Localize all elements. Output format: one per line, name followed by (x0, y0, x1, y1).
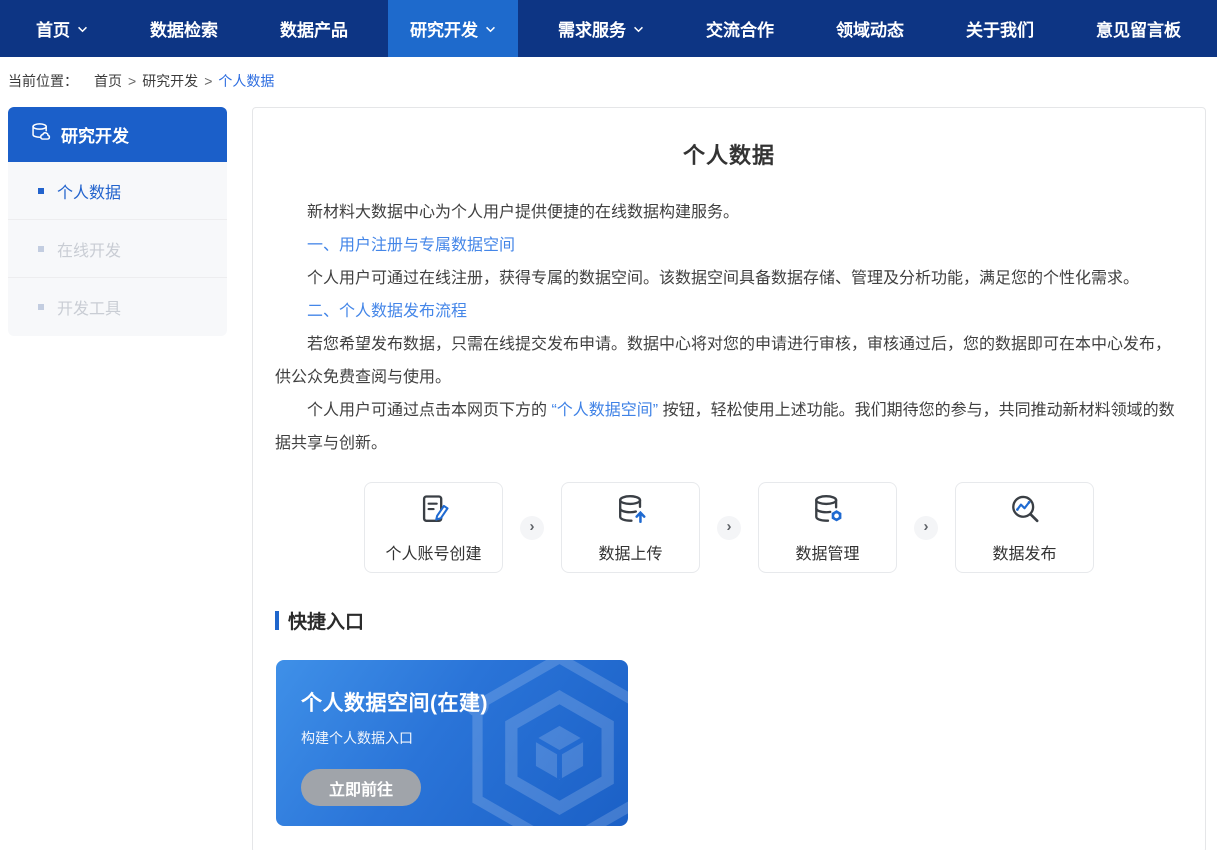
quick-entry-title: 快捷入口 (288, 607, 364, 634)
flow-step-label: 数据发布 (992, 540, 1056, 564)
nav-item-feedback-board[interactable]: 意见留言板 (1074, 0, 1203, 57)
section1-heading: 一、用户注册与专属数据空间 (275, 229, 1183, 262)
section2-paragraph: 若您希望发布数据，只需在线提交发布申请。数据中心将对您的申请进行审核，审核通过后… (275, 328, 1183, 394)
chevron-down-icon (485, 26, 496, 33)
breadcrumb-separator: > (204, 73, 212, 89)
content-panel: 个人数据 新材料大数据中心为个人用户提供便捷的在线数据构建服务。 一、用户注册与… (252, 107, 1206, 850)
arrow-right-icon: › (717, 516, 741, 540)
nav-item-label: 数据检索 (150, 16, 218, 41)
breadcrumb-current-page: 个人数据 (218, 71, 274, 91)
intro-paragraph: 新材料大数据中心为个人用户提供便捷的在线数据构建服务。 (275, 196, 1183, 229)
nav-item-label: 首页 (36, 16, 70, 41)
sidebar-item-label: 个人数据 (57, 179, 121, 203)
breadcrumb-research-dev[interactable]: 研究开发 (142, 71, 198, 91)
nav-item-label: 研究开发 (410, 16, 478, 41)
nav-item-label: 意见留言板 (1096, 16, 1181, 41)
section2-heading: 二、个人数据发布流程 (275, 295, 1183, 328)
sidebar: 研究开发 个人数据 在线开发 开发工具 (8, 107, 227, 336)
arrow-right-icon: › (914, 516, 938, 540)
article-body: 新材料大数据中心为个人用户提供便捷的在线数据构建服务。 一、用户注册与专属数据空… (275, 196, 1183, 460)
breadcrumb-prefix: 当前位置： (8, 71, 78, 91)
nav-item-data-products[interactable]: 数据产品 (258, 0, 370, 57)
personal-data-space-link[interactable]: “个人数据空间” (551, 402, 658, 419)
process-flow: 个人账号创建 › 数据上传 › (275, 482, 1183, 573)
card-title: 个人数据空间(在建) (301, 687, 628, 717)
nav-item-home[interactable]: 首页 (14, 0, 110, 57)
main-layout: 研究开发 个人数据 在线开发 开发工具 个人数据 新材料大数据中心为个人用户提供… (0, 105, 1217, 850)
sidebar-item-label: 在线开发 (57, 237, 121, 261)
nav-item-demand-services[interactable]: 需求服务 (536, 0, 666, 57)
flow-step-label: 个人账号创建 (385, 540, 481, 564)
flow-step-label: 数据管理 (795, 540, 859, 564)
flow-step-data-upload[interactable]: 数据上传 (561, 482, 700, 573)
nav-item-exchange-cooperation[interactable]: 交流合作 (684, 0, 796, 57)
nav-item-about-us[interactable]: 关于我们 (944, 0, 1056, 57)
section-accent-bar (275, 611, 279, 630)
breadcrumb-home[interactable]: 首页 (94, 71, 122, 91)
card-subtitle: 构建个人数据入口 (301, 728, 628, 748)
nav-item-label: 领域动态 (836, 16, 904, 41)
go-now-button[interactable]: 立即前往 (301, 769, 421, 806)
chevron-down-icon (633, 26, 644, 33)
cta-text-before: 个人用户可通过点击本网页下方的 (307, 402, 551, 419)
section1-paragraph: 个人用户可通过在线注册，获得专属的数据空间。该数据空间具备数据存储、管理及分析功… (275, 262, 1183, 295)
flow-connector: › (700, 516, 758, 540)
flow-step-data-manage[interactable]: 数据管理 (758, 482, 897, 573)
sidebar-header-research-dev: 研究开发 (8, 107, 227, 162)
nav-item-data-search[interactable]: 数据检索 (128, 0, 240, 57)
cta-paragraph: 个人用户可通过点击本网页下方的 “个人数据空间” 按钮，轻松使用上述功能。我们期… (275, 394, 1183, 460)
bullet-square-icon (38, 246, 44, 252)
nav-item-label: 数据产品 (280, 16, 348, 41)
sidebar-item-dev-tools[interactable]: 开发工具 (8, 278, 227, 336)
sidebar-item-personal-data[interactable]: 个人数据 (8, 162, 227, 220)
data-manage-icon (810, 492, 846, 533)
top-navigation: 首页 数据检索 数据产品 研究开发 需求服务 交流合作 领域动态 关于我们 意见… (0, 0, 1217, 57)
breadcrumb: 当前位置： 首页 > 研究开发 > 个人数据 (0, 57, 1217, 105)
sidebar-item-label: 开发工具 (57, 295, 121, 319)
nav-item-label: 需求服务 (558, 16, 626, 41)
data-upload-icon (613, 492, 649, 533)
flow-connector: › (503, 516, 561, 540)
nav-item-field-news[interactable]: 领域动态 (814, 0, 926, 57)
database-cloud-icon (30, 122, 51, 148)
quick-entry-section-header: 快捷入口 (275, 607, 1183, 634)
page-title: 个人数据 (275, 138, 1183, 170)
flow-step-account-create[interactable]: 个人账号创建 (364, 482, 503, 573)
chevron-down-icon (77, 26, 88, 33)
account-create-icon (416, 492, 452, 533)
bullet-square-icon (38, 304, 44, 310)
nav-item-label: 关于我们 (966, 16, 1034, 41)
data-publish-icon (1007, 492, 1043, 533)
breadcrumb-separator: > (128, 73, 136, 89)
sidebar-item-online-dev[interactable]: 在线开发 (8, 220, 227, 278)
nav-item-label: 交流合作 (706, 16, 774, 41)
arrow-right-icon: › (520, 516, 544, 540)
flow-step-label: 数据上传 (598, 540, 662, 564)
bullet-square-icon (38, 188, 44, 194)
nav-item-research-dev[interactable]: 研究开发 (388, 0, 518, 57)
sidebar-header-label: 研究开发 (61, 122, 129, 147)
flow-connector: › (897, 516, 955, 540)
flow-step-data-publish[interactable]: 数据发布 (955, 482, 1094, 573)
personal-data-space-card[interactable]: 个人数据空间(在建) 构建个人数据入口 立即前往 (276, 660, 628, 826)
